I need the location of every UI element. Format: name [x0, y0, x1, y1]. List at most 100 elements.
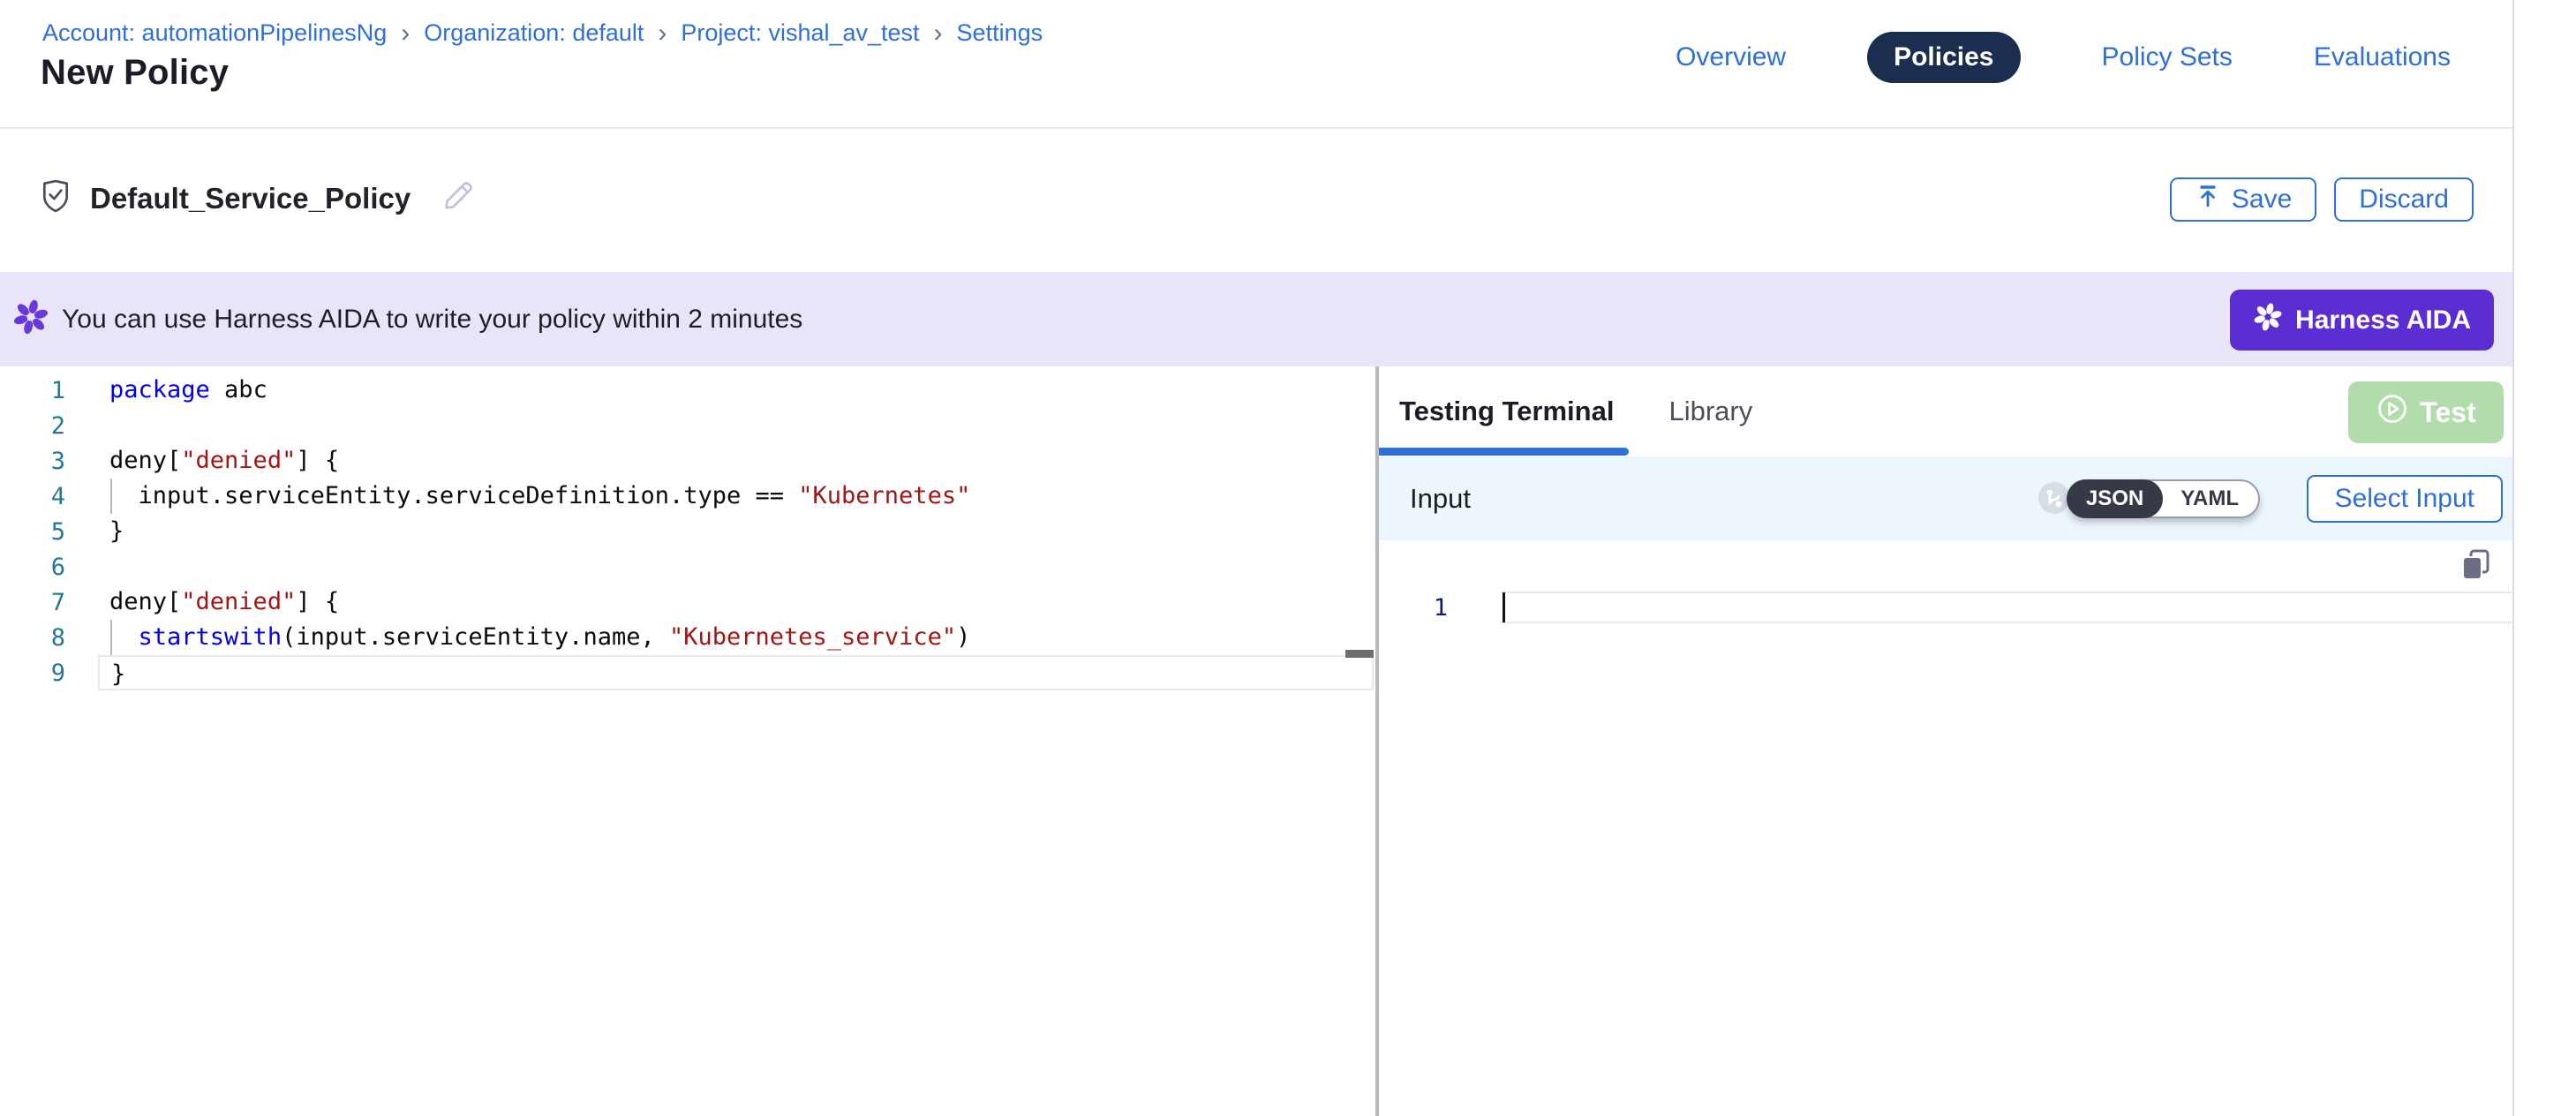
format-toggle: JSONYAML [2067, 479, 2260, 518]
code-token-string: "denied" [181, 588, 296, 615]
edit-pencil-icon[interactable] [441, 178, 476, 218]
code-token-string: "Kubernetes" [798, 482, 970, 509]
code-token-plain: ] { [296, 447, 339, 474]
code-content: input.serviceEntity.serviceDefinition.ty… [98, 479, 1374, 514]
input-editor[interactable]: 1 [1379, 540, 2512, 1116]
line-number: 2 [0, 412, 65, 440]
code-line-2: 2 [0, 408, 1375, 443]
code-content: deny["denied"] { [98, 584, 1374, 620]
code-token-keyword: startswith [139, 623, 282, 651]
nav-tab-overview[interactable]: Overview [1676, 32, 1786, 83]
nav-tab-policy-sets[interactable]: Policy Sets [2102, 32, 2233, 83]
code-line-3: 3 deny["denied"] { [0, 443, 1375, 479]
terminal-tab-testing-terminal[interactable]: Testing Terminal [1399, 396, 1614, 427]
shield-check-icon [39, 178, 72, 218]
code-content: deny["denied"] { [98, 443, 1374, 479]
breadcrumb-separator-icon: › [934, 21, 943, 45]
test-button[interactable]: Test [2348, 381, 2504, 443]
discard-label: Discard [2359, 185, 2449, 215]
input-line-number: 1 [1421, 593, 1448, 623]
code-token-plain: ] { [296, 588, 339, 615]
editor-overview-ruler-mark [1345, 650, 1374, 658]
harness-aida-button[interactable]: Harness AIDA [2230, 290, 2494, 351]
breadcrumb-item[interactable]: Settings [957, 19, 1043, 47]
code-content: } [98, 655, 1374, 690]
code-token-plain: deny[ [109, 447, 181, 474]
code-line-9: 9} [0, 655, 1375, 690]
aida-banner-message: You can use Harness AIDA to write your p… [62, 305, 802, 335]
input-toolbar: Input JSONYAML Select Input [1379, 456, 2512, 540]
text-cursor [1503, 592, 1505, 622]
code-line-8: 8 startswith(input.serviceEntity.name, "… [0, 620, 1375, 655]
input-current-line [1501, 592, 2512, 623]
line-number: 1 [0, 377, 65, 404]
discard-button[interactable]: Discard [2334, 177, 2474, 222]
code-token-plain: abc [210, 376, 267, 403]
aida-flower-icon-white [2253, 302, 2283, 339]
nav-tabs: Overview Policies Policy Sets Evaluations [1676, 32, 2451, 83]
terminal-tabs: Testing Terminal Library [1379, 366, 2512, 456]
breadcrumb-item[interactable]: Account: automationPipelinesNg [42, 19, 387, 47]
code-token-plain: } [111, 660, 125, 688]
format-option-yaml[interactable]: YAML [2161, 479, 2258, 518]
policy-toolbar: Default_Service_Policy Save Discard [0, 131, 2512, 272]
testing-terminal-panel: Testing Terminal Library Test Input JSONY… [1379, 366, 2512, 1116]
code-line-5: 5} [0, 514, 1375, 549]
save-label: Save [2232, 185, 2292, 215]
line-number: 6 [0, 554, 65, 581]
policy-name-row: Default_Service_Policy [39, 178, 476, 218]
policy-code-editor[interactable]: 1package abc23deny["denied"] {4 input.se… [0, 366, 1375, 1116]
breadcrumb-separator-icon: › [658, 21, 667, 45]
active-tab-underline [1379, 448, 1629, 456]
policy-name: Default_Service_Policy [90, 182, 411, 215]
policy-editor-page: Account: automationPipelinesNg › Organizat… [0, 0, 2576, 1116]
upload-icon [2195, 183, 2221, 216]
input-panel-title: Input [1410, 483, 1471, 515]
breadcrumb-item[interactable]: Project: vishal_av_test [681, 19, 919, 47]
code-line-4: 4 input.serviceEntity.serviceDefinition.… [0, 479, 1375, 514]
code-token-string: "Kubernetes_service" [669, 623, 956, 651]
copy-icon[interactable] [2459, 547, 2493, 586]
breadcrumb-item[interactable]: Organization: default [424, 19, 644, 47]
nav-tab-policies[interactable]: Policies [1867, 32, 2020, 83]
code-token-plain: ) [956, 623, 970, 651]
select-input-button[interactable]: Select Input [2307, 475, 2503, 523]
terminal-tab-library[interactable]: Library [1668, 396, 1752, 427]
code-content: } [98, 514, 1374, 549]
line-number: 5 [0, 518, 65, 546]
play-circle-icon [2376, 392, 2409, 433]
content-right-border [2512, 0, 2514, 1116]
code-token-keyword: package [109, 376, 210, 403]
main-area: 1package abc23deny["denied"] {4 input.se… [0, 366, 2512, 1116]
code-token-plain: deny[ [109, 588, 181, 615]
code-line-6: 6 [0, 549, 1375, 584]
aida-banner: You can use Harness AIDA to write your p… [0, 272, 2512, 366]
line-number: 8 [0, 624, 65, 652]
code-token-plain: (input.serviceEntity.name, [282, 623, 669, 651]
aida-button-label: Harness AIDA [2295, 305, 2471, 336]
code-token-plain: } [109, 517, 124, 545]
save-button[interactable]: Save [2170, 177, 2316, 222]
code-content [98, 408, 1374, 443]
format-option-json[interactable]: JSON [2067, 479, 2163, 518]
line-number: 7 [0, 589, 65, 616]
indent-guide [110, 479, 112, 514]
code-token-plain [109, 623, 139, 651]
code-line-7: 7 deny["denied"] { [0, 584, 1375, 620]
code-token-plain: input.serviceEntity.serviceDefinition.ty… [109, 482, 798, 509]
aida-flower-icon [12, 298, 49, 340]
code-content: package abc [98, 373, 1374, 408]
breadcrumb-separator-icon: › [401, 21, 410, 45]
code-content: startswith(input.serviceEntity.name, "Ku… [98, 620, 1374, 655]
breadcrumb: Account: automationPipelinesNg › Organizat… [42, 19, 1043, 47]
test-button-label: Test [2420, 396, 2475, 429]
nav-tab-evaluations[interactable]: Evaluations [2314, 32, 2451, 83]
page-header: Account: automationPipelinesNg › Organizat… [0, 0, 2512, 129]
page-title: New Policy [41, 53, 229, 93]
indent-guide [110, 620, 112, 655]
line-number: 3 [0, 448, 65, 475]
line-number: 9 [0, 660, 65, 687]
code-token-string: "denied" [181, 447, 296, 474]
code-content [98, 549, 1374, 584]
code-line-1: 1 package abc [0, 373, 1375, 408]
